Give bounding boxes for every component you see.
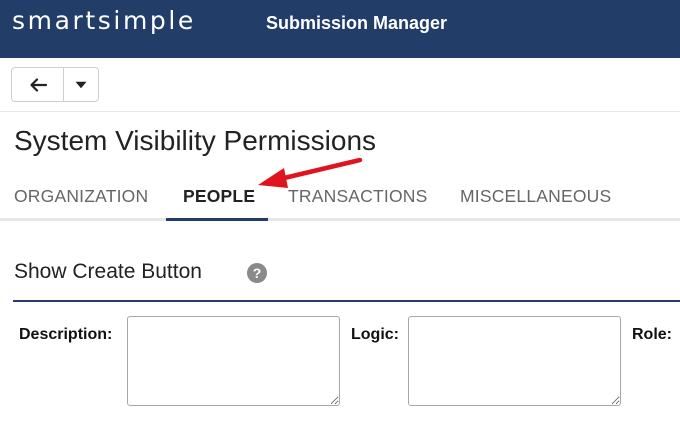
section-title: Show Create Button: [14, 260, 202, 283]
role-label: Role:: [632, 326, 672, 343]
toolbar: [0, 58, 680, 112]
tab-miscellaneous[interactable]: MISCELLANEOUS: [460, 186, 611, 207]
description-label: Description:: [19, 326, 113, 343]
section-divider: [13, 300, 680, 302]
tab-organization[interactable]: ORGANIZATION: [14, 186, 148, 207]
logic-label: Logic:: [351, 326, 399, 343]
caret-down-icon: [75, 81, 87, 88]
red-annotation-arrow: [258, 157, 363, 188]
more-options-dropdown-button[interactable]: [64, 68, 98, 101]
tab-people[interactable]: PEOPLE: [183, 186, 255, 207]
active-tab-indicator: [166, 218, 268, 221]
logic-textarea[interactable]: [408, 316, 621, 406]
top-header-bar: smartsimple Submission Manager: [0, 0, 680, 58]
smartsimple-logo[interactable]: smartsimple: [12, 6, 196, 35]
description-textarea[interactable]: [127, 316, 340, 406]
app-title: Submission Manager: [266, 13, 448, 33]
help-icon[interactable]: ?: [247, 263, 267, 283]
arrow-left-icon: [29, 77, 47, 92]
back-button[interactable]: [12, 68, 64, 101]
nav-button-group: [11, 67, 99, 102]
